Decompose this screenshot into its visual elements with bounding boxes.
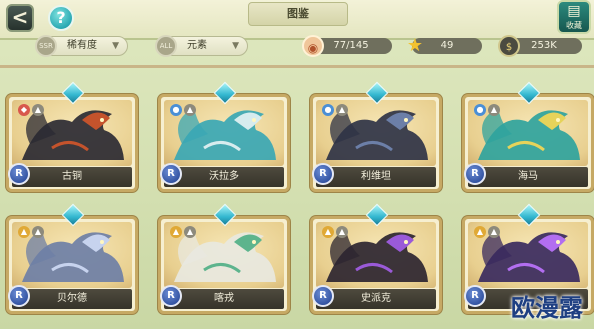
rarity-badge: R: [8, 163, 30, 185]
light-element-icon: ▲: [18, 226, 30, 238]
star-counter: ★ 49: [407, 35, 482, 56]
dark-element-icon: ▲: [32, 226, 44, 238]
dragon-name: 古铜: [12, 167, 132, 187]
dragon-illustration: [22, 230, 124, 282]
rarity-badge: R: [312, 285, 334, 307]
watermark-text: 欧漫露: [511, 294, 583, 322]
dragon-portrait: ▲ ▲: [164, 222, 284, 288]
dragon-card[interactable]: ▲ ▲ 史派克 R: [310, 203, 442, 314]
dragon-illustration: [326, 108, 428, 160]
dragon-card[interactable]: ▲ ▲ 贝尔德 R: [6, 203, 138, 314]
dark-element-icon: ▲: [32, 104, 44, 116]
help-button[interactable]: ?: [48, 5, 74, 31]
dragon-card[interactable]: ▲ ▲ 喀戎 R: [158, 203, 290, 314]
filter-bar: SSR 稀有度 ▼ ALL 元素 ▼ ◉ 77/145 ★ 49 $ 253K: [0, 35, 594, 60]
dragon-portrait: ▲ ▲: [316, 222, 436, 288]
rarity-badge: R: [464, 285, 486, 307]
dark-element-icon: ▲: [336, 226, 348, 238]
rarity-filter-icon: SSR: [35, 35, 57, 57]
dragon-card[interactable]: ● ▲ 利维坦 R: [310, 81, 442, 192]
coin-icon: $: [498, 35, 520, 57]
rarity-badge: R: [464, 163, 486, 185]
dark-element-icon: ▲: [488, 104, 500, 116]
water-element-icon: ●: [322, 104, 334, 116]
light-element-icon: ▲: [474, 226, 486, 238]
rarity-dropdown-label: 稀有度: [67, 40, 97, 51]
dragon-illustration: [174, 230, 276, 282]
dark-element-icon: ▲: [488, 226, 500, 238]
dragon-illustration: [22, 108, 124, 160]
collection-button[interactable]: ▤ 收藏: [557, 0, 591, 34]
element-filter-icon: ALL: [155, 35, 177, 57]
fire-element-icon: ◆: [18, 104, 30, 116]
element-dropdown[interactable]: ALL 元素 ▼: [155, 35, 248, 57]
chevron-down-icon: ▼: [112, 41, 119, 51]
dark-element-icon: ▲: [336, 104, 348, 116]
dragon-card[interactable]: ◆ ▲ 古铜 R: [6, 81, 138, 192]
top-bar: < ? 图鉴 ▤ 收藏: [0, 0, 594, 40]
dragon-name: 利维坦: [316, 167, 436, 187]
water-element-icon: ●: [170, 104, 182, 116]
element-dropdown-label: 元素: [187, 40, 207, 51]
coin-counter: $ 253K: [498, 35, 582, 57]
rarity-badge: R: [312, 163, 334, 185]
page-title: 图鉴: [248, 2, 348, 26]
light-element-icon: ▲: [322, 226, 334, 238]
star-icon: ★: [406, 35, 424, 56]
water-element-icon: ●: [474, 104, 486, 116]
dragon-name: 沃拉多: [164, 167, 284, 187]
dragon-portrait: ◆ ▲: [12, 100, 132, 166]
dragon-name: 史派克: [316, 289, 436, 309]
rarity-badge: R: [160, 163, 182, 185]
rarity-badge: R: [160, 285, 182, 307]
dragon-portrait: ● ▲: [468, 100, 588, 166]
dragon-portrait: ● ▲: [316, 100, 436, 166]
dragon-name: 海马: [468, 167, 588, 187]
coin-count: 253K: [531, 40, 557, 51]
egg-icon: ◉: [302, 35, 324, 57]
star-count: 49: [440, 40, 454, 51]
dragon-illustration: [478, 108, 580, 160]
dark-element-icon: ▲: [184, 104, 196, 116]
dragon-illustration: [478, 230, 580, 282]
dragon-name: 贝尔德: [12, 289, 132, 309]
dragon-card[interactable]: ● ▲ 海马 R: [462, 81, 594, 192]
egg-count: 77/145: [333, 40, 369, 51]
dragon-portrait: ● ▲: [164, 100, 284, 166]
dragon-portrait: ▲ ▲: [468, 222, 588, 288]
rarity-badge: R: [8, 285, 30, 307]
rarity-dropdown[interactable]: SSR 稀有度 ▼: [35, 35, 128, 57]
chevron-down-icon: ▼: [232, 41, 239, 51]
dragon-illustration: [326, 230, 428, 282]
dragon-portrait: ▲ ▲: [12, 222, 132, 288]
dark-element-icon: ▲: [184, 226, 196, 238]
shelf-divider: [0, 60, 594, 68]
collection-label: 收藏: [566, 21, 582, 30]
dragon-name: 喀戎: [164, 289, 284, 309]
back-button[interactable]: <: [6, 4, 34, 32]
dragon-illustration: [174, 108, 276, 160]
light-element-icon: ▲: [170, 226, 182, 238]
book-icon: ▤: [567, 3, 581, 19]
dragon-card[interactable]: ● ▲ 沃拉多 R: [158, 81, 290, 192]
egg-counter: ◉ 77/145: [302, 35, 392, 57]
